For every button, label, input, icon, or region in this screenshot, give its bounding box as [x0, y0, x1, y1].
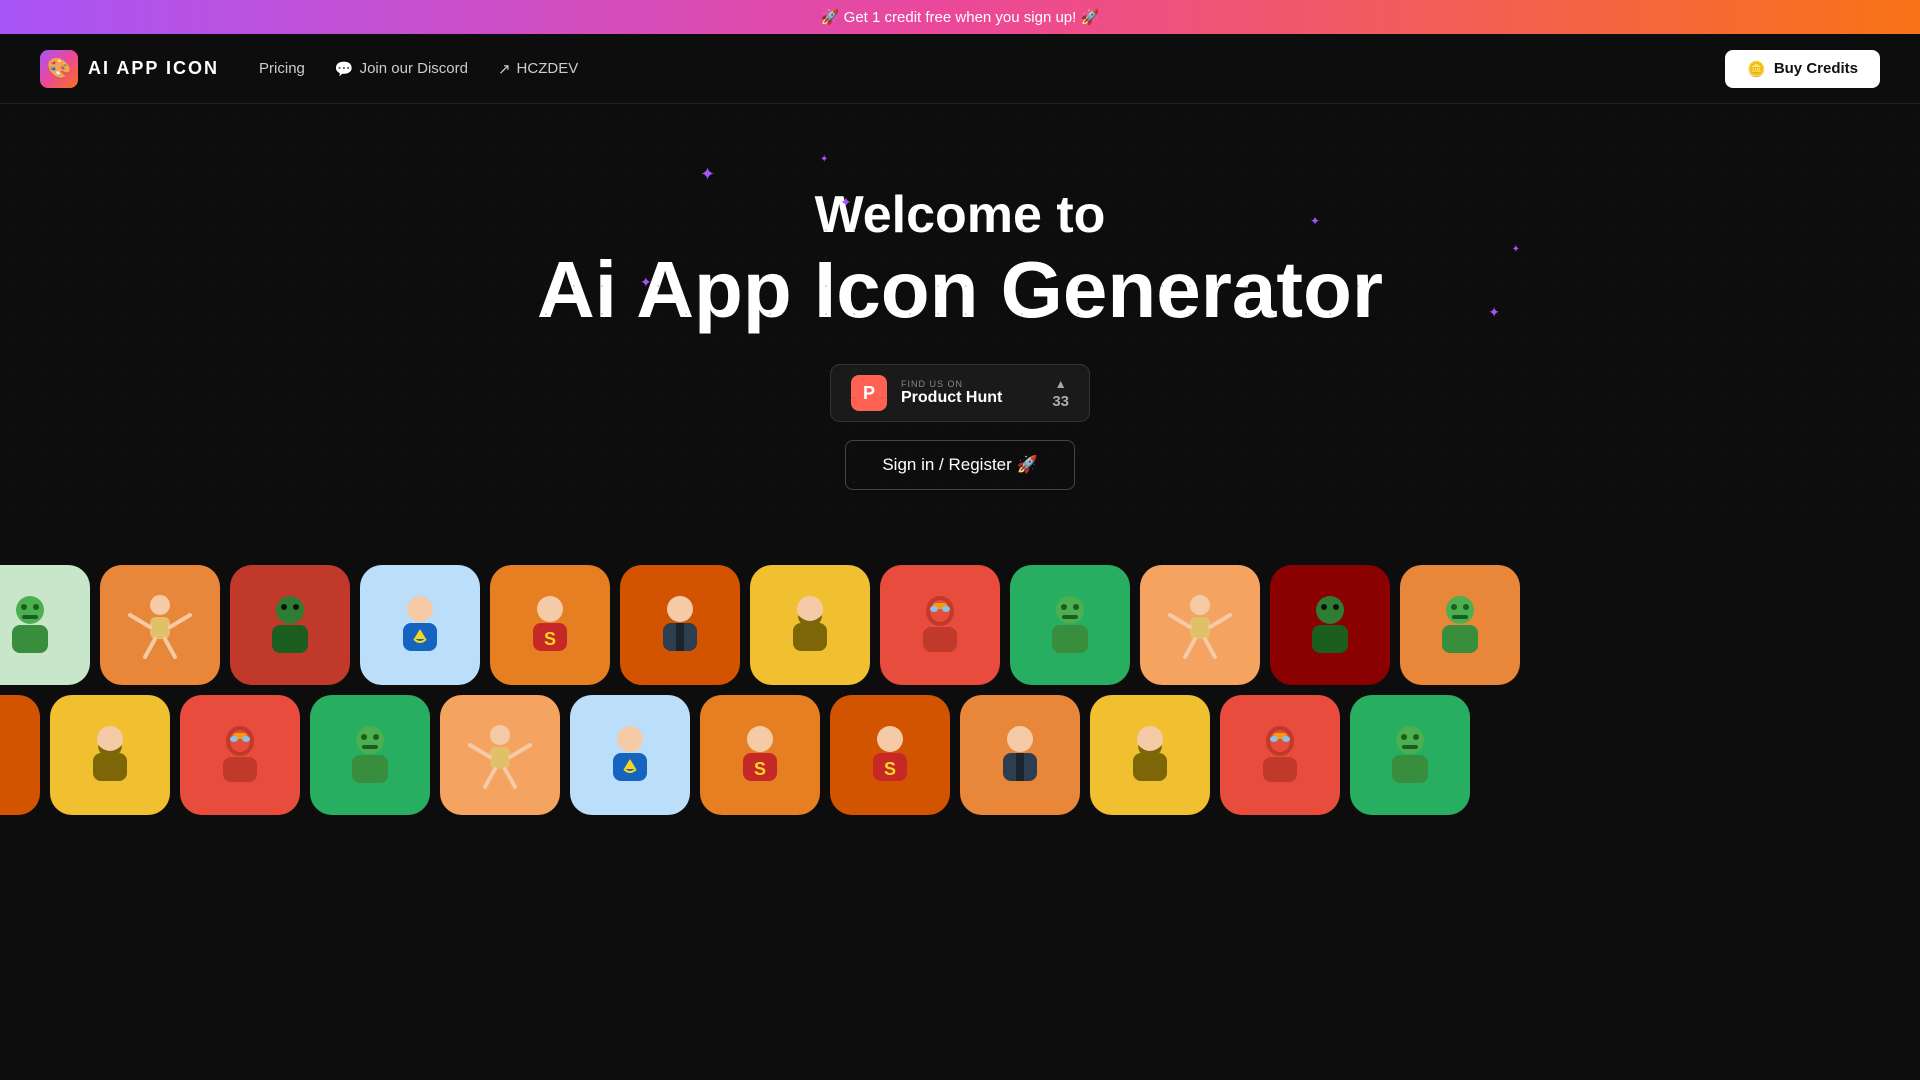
- nav-hczdev[interactable]: ↗ HCZDEV: [498, 60, 578, 78]
- nav-pricing[interactable]: Pricing: [259, 60, 305, 77]
- sparkle2: ✦: [820, 154, 828, 165]
- app-icon[interactable]: [100, 565, 220, 685]
- hero-title-line2: Ai App Icon Generator: [537, 246, 1383, 334]
- nav-right: 🪙 Buy Credits: [1725, 50, 1880, 88]
- app-icon[interactable]: [440, 695, 560, 815]
- app-icon[interactable]: [0, 695, 40, 815]
- app-icon[interactable]: [310, 695, 430, 815]
- app-icon[interactable]: [1090, 695, 1210, 815]
- hero-section: ✦ ✦ ✦ ✦ ✦ ✦ ✦ Welcome to Ai App Icon Gen…: [0, 104, 1920, 520]
- producthunt-badge[interactable]: P FIND US ON Product Hunt ▲ 33: [830, 364, 1090, 422]
- app-icon[interactable]: [50, 695, 170, 815]
- icons-section: S: [0, 560, 1920, 820]
- app-icon[interactable]: [620, 565, 740, 685]
- nav-links: Pricing 💬 Join our Discord ↗ HCZDEV: [259, 60, 578, 78]
- hero-title-line1: Welcome to: [815, 184, 1106, 246]
- credits-icon: 🪙: [1747, 60, 1766, 78]
- app-icon[interactable]: [880, 565, 1000, 685]
- logo[interactable]: 🎨 AI APP ICON: [40, 50, 219, 88]
- icons-row-1: S: [0, 560, 1920, 690]
- sparkle4: ✦: [1310, 214, 1320, 228]
- app-icon[interactable]: [1010, 565, 1130, 685]
- discord-icon: 💬: [335, 60, 354, 78]
- app-icon[interactable]: S: [700, 695, 820, 815]
- icons-row-2: S S: [0, 690, 1920, 820]
- ph-arrow-icon: ▲: [1055, 377, 1067, 391]
- top-banner: 🚀 Get 1 credit free when you sign up! 🚀: [0, 0, 1920, 34]
- app-icon[interactable]: [1400, 565, 1520, 685]
- ph-text: FIND US ON Product Hunt: [901, 379, 1038, 407]
- svg-text:S: S: [884, 759, 896, 779]
- app-icon[interactable]: [230, 565, 350, 685]
- app-icon[interactable]: [570, 695, 690, 815]
- app-icon[interactable]: [1220, 695, 1340, 815]
- navbar: 🎨 AI APP ICON Pricing 💬 Join our Discord…: [0, 34, 1920, 104]
- sparkle5: ✦: [1512, 244, 1520, 255]
- app-icon[interactable]: [960, 695, 1080, 815]
- app-icon[interactable]: [360, 565, 480, 685]
- nav-discord[interactable]: 💬 Join our Discord: [335, 60, 468, 78]
- svg-text:S: S: [754, 759, 766, 779]
- svg-text:S: S: [544, 629, 556, 649]
- app-icon[interactable]: [1140, 565, 1260, 685]
- app-icon[interactable]: [1350, 695, 1470, 815]
- signin-button[interactable]: Sign in / Register 🚀: [845, 440, 1074, 490]
- logo-text: AI APP ICON: [88, 58, 219, 79]
- app-icon[interactable]: [1270, 565, 1390, 685]
- app-icon[interactable]: [750, 565, 870, 685]
- ph-count: ▲ 33: [1052, 377, 1069, 410]
- ph-logo: P: [851, 375, 887, 411]
- app-icon[interactable]: S: [830, 695, 950, 815]
- buy-credits-button[interactable]: 🪙 Buy Credits: [1725, 50, 1880, 88]
- link-icon: ↗: [498, 60, 511, 78]
- logo-icon: 🎨: [40, 50, 78, 88]
- app-icon[interactable]: [0, 565, 90, 685]
- app-icon[interactable]: S: [490, 565, 610, 685]
- sparkle1: ✦: [700, 164, 715, 185]
- sparkle7: ✦: [1488, 304, 1500, 321]
- app-icon[interactable]: [180, 695, 300, 815]
